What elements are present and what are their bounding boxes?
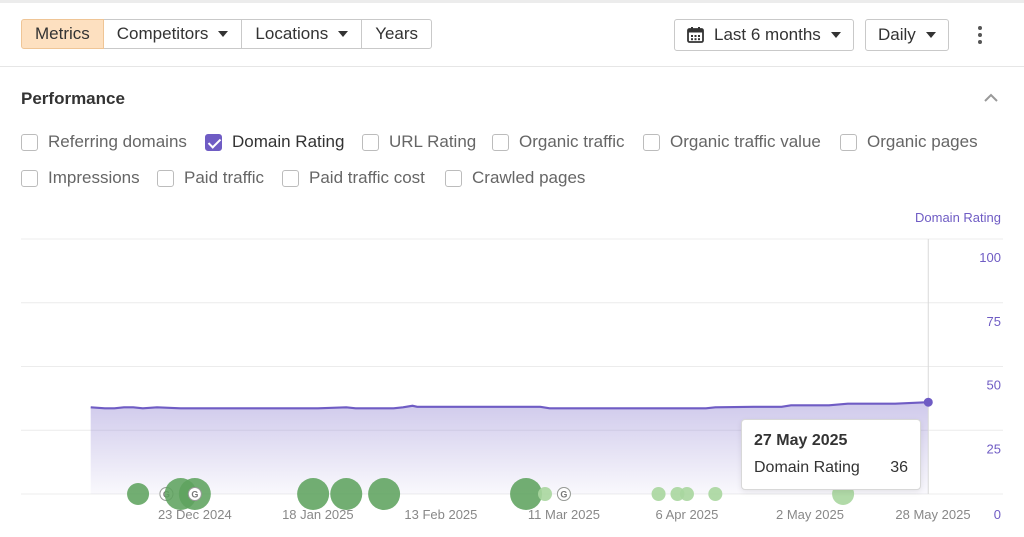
y-tick-label: 75 — [987, 314, 1001, 329]
x-tick-label: 28 May 2025 — [895, 507, 970, 522]
event-marker[interactable] — [510, 478, 543, 510]
tab-metrics-label: Metrics — [35, 24, 90, 43]
granularity-dropdown[interactable]: Daily — [865, 19, 949, 51]
view-tabs: Metrics Competitors Locations Years — [21, 19, 433, 49]
tab-competitors[interactable]: Competitors — [102, 19, 243, 49]
metric-organic-traffic[interactable]: Organic traffic — [492, 132, 625, 152]
checkbox[interactable] — [21, 169, 38, 187]
event-marker[interactable] — [679, 487, 694, 501]
event-marker[interactable] — [297, 478, 330, 510]
metric-label: Paid traffic cost — [309, 168, 425, 187]
y-tick-label: 100 — [979, 250, 1001, 265]
event-marker[interactable] — [127, 483, 150, 505]
kebab-menu-icon[interactable] — [970, 22, 990, 48]
metric-label: URL Rating — [389, 132, 477, 151]
top-border — [0, 0, 1024, 3]
checkbox[interactable] — [840, 133, 857, 151]
y-tick-label: 50 — [987, 378, 1001, 393]
x-tick-label: 18 Jan 2025 — [282, 507, 354, 522]
x-tick-label: 6 Apr 2025 — [655, 507, 718, 522]
tab-locations-label: Locations — [255, 24, 329, 43]
x-tick-label: 13 Feb 2025 — [404, 507, 477, 522]
y-tick-label: 0 — [994, 507, 1001, 522]
caret-down-icon — [218, 31, 229, 37]
google-update-letter: G — [560, 490, 567, 500]
x-axis-ticks: 23 Dec 2024 18 Jan 2025 13 Feb 2025 11 Mar … — [158, 507, 971, 522]
toolbar-divider — [0, 66, 1024, 67]
caret-down-icon — [830, 32, 841, 38]
metric-impressions[interactable]: Impressions — [21, 168, 140, 188]
y-tick-label: 25 — [987, 441, 1001, 456]
tooltip-value: 36 — [890, 459, 908, 476]
metric-label: Organic pages — [867, 132, 978, 151]
tab-metrics[interactable]: Metrics — [21, 19, 104, 49]
metric-paid-traffic[interactable]: Paid traffic — [157, 168, 264, 188]
caret-down-icon — [925, 32, 936, 38]
date-range-dropdown[interactable]: Last 6 months — [674, 19, 854, 51]
checkbox[interactable] — [21, 133, 38, 151]
metric-label: Crawled pages — [472, 168, 586, 187]
performance-panel: Metrics Competitors Locations Years Last… — [0, 0, 1024, 537]
chevron-up-icon[interactable] — [982, 90, 1000, 104]
metric-label: Paid traffic — [184, 168, 265, 187]
google-update-letter: G — [191, 490, 198, 500]
caret-down-icon — [338, 31, 349, 37]
metric-label: Referring domains — [48, 132, 187, 151]
metric-organic-traffic-value[interactable]: Organic traffic value — [643, 132, 821, 152]
checkbox[interactable] — [157, 169, 174, 187]
section-title: Performance — [21, 89, 125, 108]
metric-label: Organic traffic — [519, 132, 625, 151]
metric-organic-pages[interactable]: Organic pages — [840, 132, 978, 152]
tooltip-row: Domain Rating 36 — [754, 459, 908, 477]
checkbox-checked[interactable] — [205, 133, 222, 151]
metric-paid-traffic-cost[interactable]: Paid traffic cost — [282, 168, 425, 188]
calendar-icon — [687, 27, 704, 43]
tab-locations[interactable]: Locations — [241, 19, 363, 49]
tooltip-series-name: Domain Rating — [754, 459, 860, 476]
y-axis-ticks: 0 25 50 75 100 — [979, 250, 1001, 522]
metric-label: Domain Rating — [232, 132, 345, 151]
x-tick-label: 2 May 2025 — [776, 507, 844, 522]
event-marker[interactable] — [708, 487, 723, 501]
metric-referring-domains[interactable]: Referring domains — [21, 132, 187, 152]
x-tick-label: 23 Dec 2024 — [158, 507, 232, 522]
tooltip-date: 27 May 2025 — [754, 432, 848, 449]
metric-label: Impressions — [48, 168, 140, 187]
event-marker[interactable] — [330, 478, 363, 510]
tab-years[interactable]: Years — [361, 19, 433, 49]
event-marker[interactable] — [368, 478, 401, 510]
date-range-label: Last 6 months — [714, 25, 821, 44]
metric-domain-rating[interactable]: Domain Rating — [205, 132, 344, 152]
metric-crawled-pages[interactable]: Crawled pages — [445, 168, 585, 188]
checkbox[interactable] — [362, 133, 379, 151]
hover-point — [923, 397, 933, 407]
event-marker[interactable] — [651, 487, 666, 501]
tab-years-label: Years — [375, 24, 419, 43]
granularity-label: Daily — [878, 25, 916, 44]
metric-label: Organic traffic value — [670, 132, 821, 151]
checkbox[interactable] — [282, 169, 299, 187]
tab-competitors-label: Competitors — [116, 24, 209, 43]
checkbox[interactable] — [445, 169, 462, 187]
y-axis-series-label: Domain Rating — [915, 210, 1001, 225]
metric-url-rating[interactable]: URL Rating — [362, 132, 476, 152]
event-marker[interactable] — [537, 487, 552, 501]
chart-tooltip: 27 May 2025 Domain Rating 36 — [741, 419, 921, 490]
checkbox[interactable] — [643, 133, 660, 151]
checkbox[interactable] — [492, 133, 509, 151]
x-tick-label: 11 Mar 2025 — [528, 507, 600, 522]
